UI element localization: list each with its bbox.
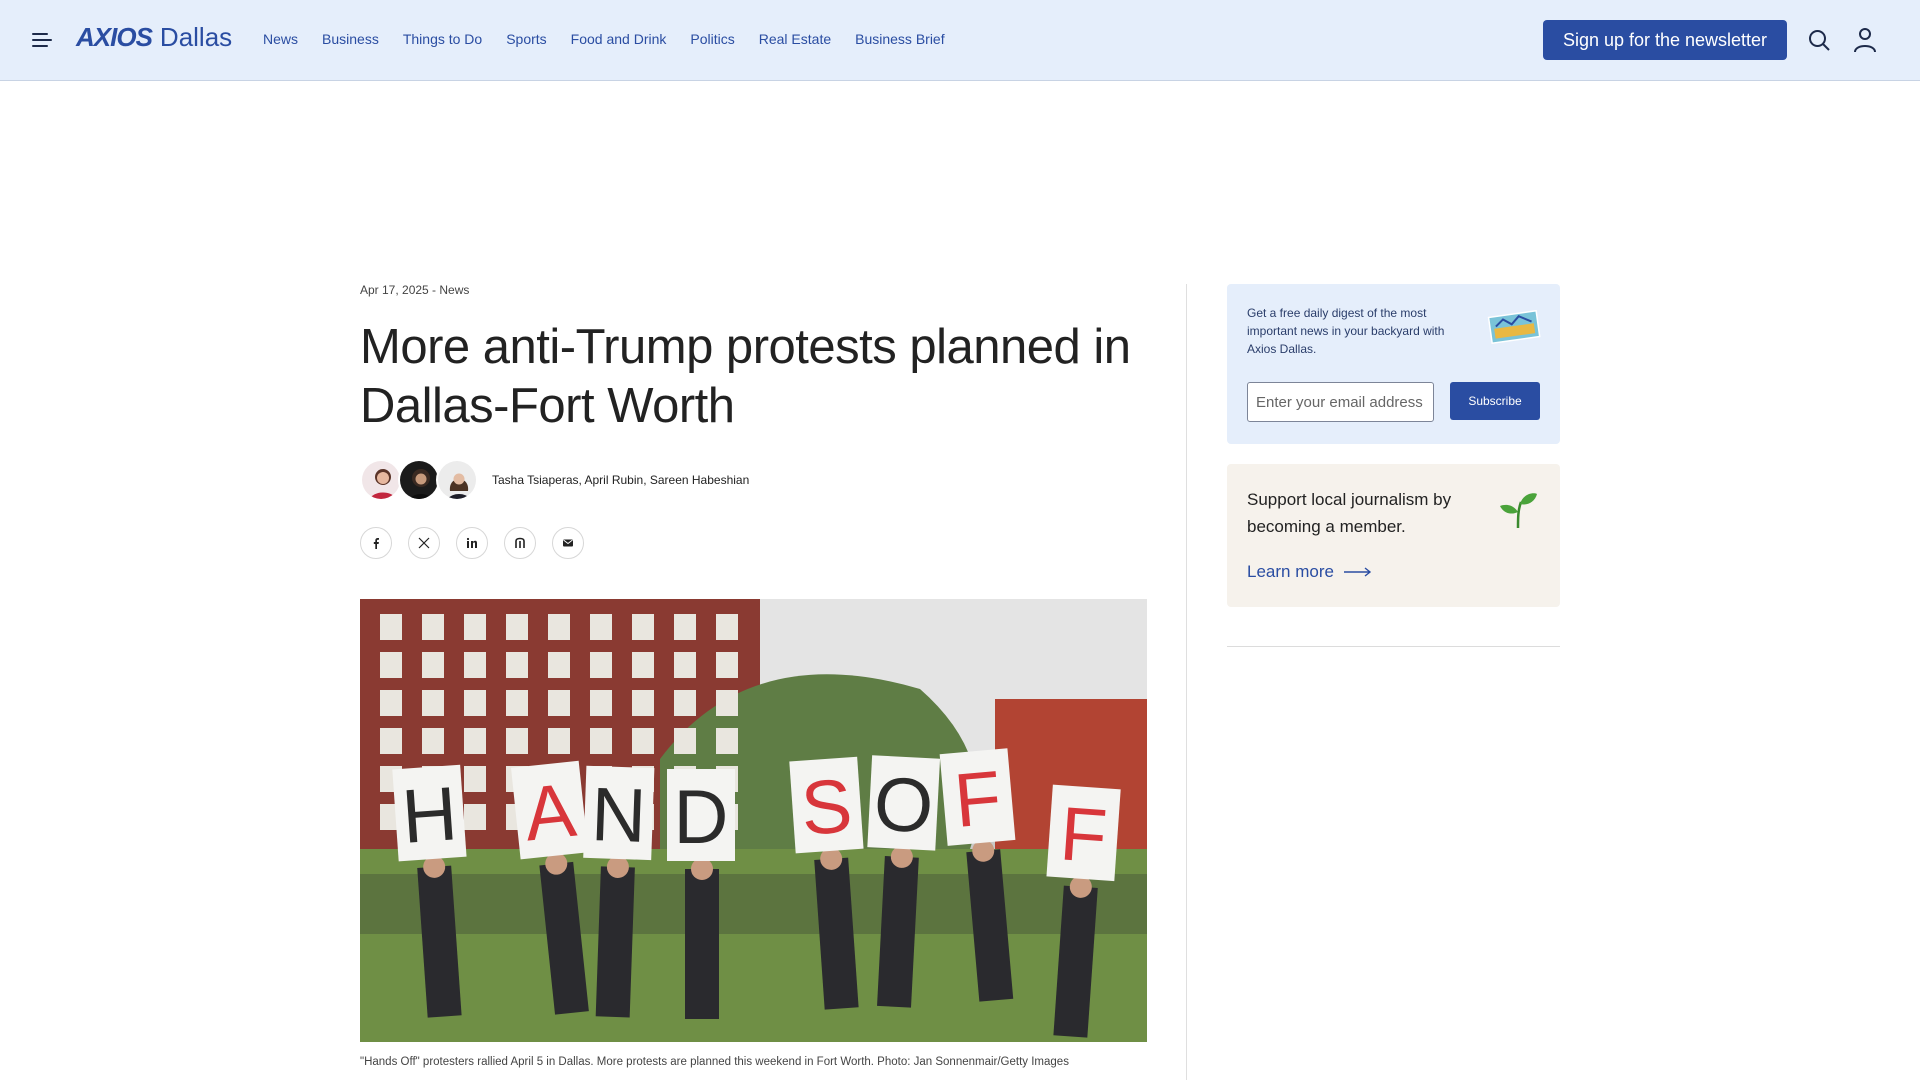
share-bar [360,527,584,559]
linkedin-icon[interactable] [456,527,488,559]
svg-text:F: F [1057,791,1109,879]
nav-sports[interactable]: Sports [506,31,546,47]
menu-icon[interactable] [32,28,54,52]
svg-text:A: A [520,768,580,858]
facebook-icon[interactable] [360,527,392,559]
x-icon[interactable] [408,527,440,559]
sprout-icon [1500,493,1537,529]
email-input[interactable] [1247,382,1434,422]
arrow-right-icon [1343,567,1372,577]
logo-brand: AXIOS [76,22,153,52]
newsletter-box: Get a free daily digest of the most impo… [1227,284,1560,444]
article-meta: Apr 17, 2025 - News [360,283,470,297]
article-photo: HANDSOFF [360,599,1147,1042]
author-avatar[interactable] [360,459,402,501]
article-title: More anti-Trump protests planned in Dall… [360,320,1131,433]
nav-real-estate[interactable]: Real Estate [759,31,831,47]
nav-news[interactable]: News [263,31,298,47]
main-nav: News Business Things to Do Sports Food a… [263,31,945,47]
svg-text:N: N [590,772,648,859]
nav-business[interactable]: Business [322,31,379,47]
author-avatar[interactable] [436,459,478,501]
threads-icon[interactable] [504,527,536,559]
learn-more-link[interactable]: Learn more [1247,562,1372,582]
sidebar-divider [1227,646,1560,647]
nav-politics[interactable]: Politics [690,31,734,47]
nav-business-brief[interactable]: Business Brief [855,31,944,47]
membership-box: Support local journalism by becoming a m… [1227,464,1560,607]
svg-text:D: D [674,775,729,860]
subscribe-button[interactable]: Subscribe [1450,382,1540,420]
author-avatar[interactable] [398,459,440,501]
site-header: AXIOS Dallas News Business Things to Do … [0,0,1920,81]
svg-text:F: F [951,755,1005,844]
site-logo[interactable]: AXIOS Dallas [76,22,232,53]
learn-more-label: Learn more [1247,562,1334,581]
postcard-icon [1487,309,1541,345]
svg-text:S: S [798,763,855,851]
logo-city: Dallas [159,22,233,52]
email-icon[interactable] [552,527,584,559]
nav-things-to-do[interactable]: Things to Do [403,31,482,47]
photo-caption: "Hands Off" protesters rallied April 5 i… [360,1056,1069,1068]
svg-text:O: O [872,761,935,849]
svg-text:H: H [399,771,460,860]
column-divider [1186,284,1187,1080]
membership-text: Support local journalism by becoming a m… [1247,490,1452,536]
author-names[interactable]: Tasha Tsiaperas, April Rubin, Sareen Hab… [492,473,749,487]
byline: Tasha Tsiaperas, April Rubin, Sareen Hab… [360,459,749,501]
newsletter-text: Get a free daily digest of the most impo… [1247,306,1445,356]
nav-food-and-drink[interactable]: Food and Drink [571,31,667,47]
newsletter-signup-button[interactable]: Sign up for the newsletter [1543,20,1787,60]
search-icon[interactable] [1807,28,1831,52]
user-icon[interactable] [1853,27,1877,53]
